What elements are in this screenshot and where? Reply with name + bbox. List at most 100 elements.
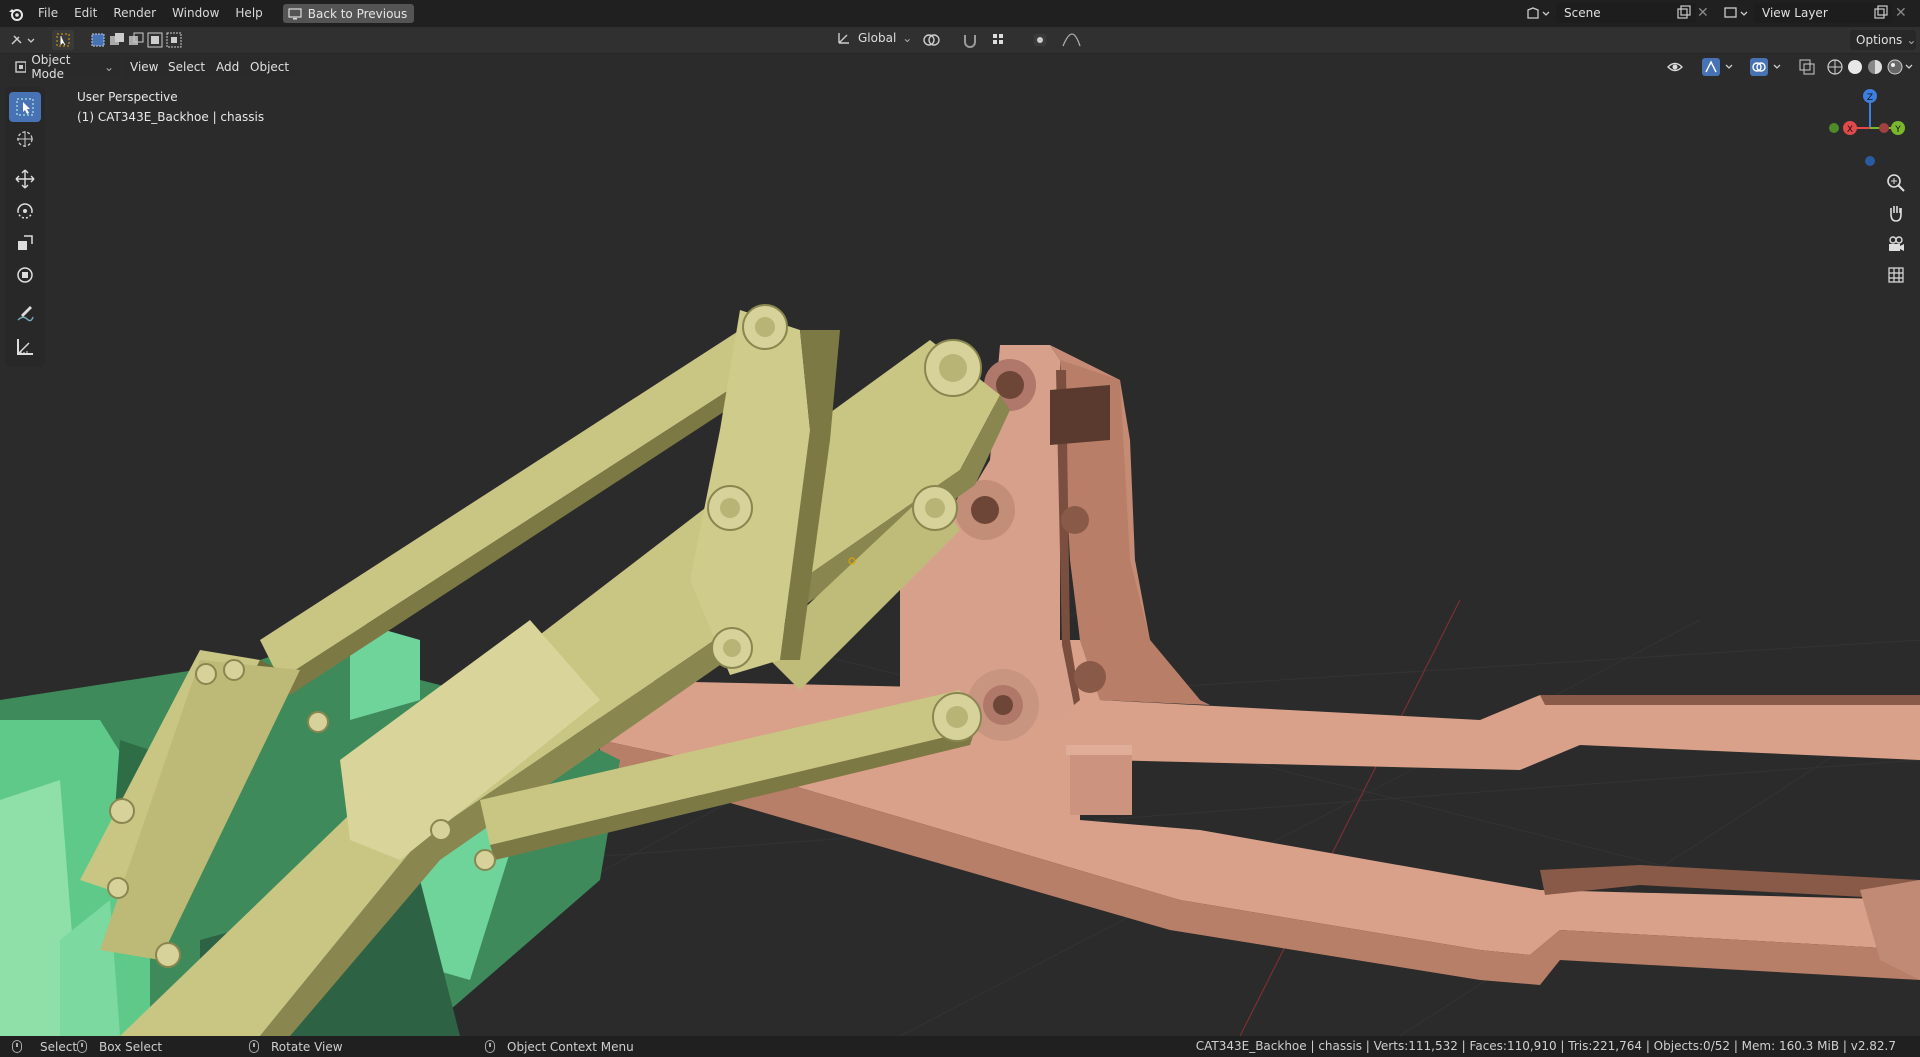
move-tool[interactable] (9, 164, 41, 194)
status-box-select: Box Select (77, 1040, 162, 1054)
screen-icon (288, 7, 302, 19)
ortho-grid-icon[interactable] (1881, 260, 1911, 290)
status-rotate-view-label: Rotate View (271, 1039, 343, 1054)
rotate-icon (17, 203, 33, 219)
mouse-right-icon (485, 1040, 495, 1053)
back-to-previous-label: Back to Previous (307, 6, 408, 21)
view-layer-field[interactable]: View Layer (1754, 3, 1892, 23)
viewport-subheader: Object Mode ⌄ View Select Add Object (0, 53, 1920, 81)
status-rotate-view: Rotate View (249, 1040, 343, 1054)
mode-dropdown[interactable]: Object Mode ⌄ (8, 53, 120, 81)
editor-type-icon[interactable] (10, 31, 40, 49)
mouse-left-icon (12, 1040, 22, 1053)
status-select-label: Select (40, 1039, 78, 1054)
select-mode-icons[interactable] (90, 32, 182, 48)
visibility-icon[interactable] (1666, 58, 1692, 76)
select-invert-icon[interactable] (147, 32, 163, 48)
proportional-edit-icon[interactable] (1032, 32, 1048, 48)
top-bar: File Edit Render Window Help Back to Pre… (0, 0, 1920, 27)
pivot-point-icon[interactable] (922, 32, 948, 48)
new-view-layer-icon[interactable] (1873, 5, 1889, 24)
viewport-info: User Perspective (1) CAT343E_Backhoe | c… (77, 87, 264, 127)
chevron-down-icon: ⌄ (103, 60, 114, 74)
gizmo-toggle-icon[interactable] (1702, 58, 1740, 76)
overlays-toggle-icon[interactable] (1750, 58, 1788, 76)
options-label: Options (1856, 33, 1903, 47)
select-box-tool[interactable] (9, 92, 41, 122)
view-layer-name: View Layer (1762, 6, 1828, 20)
menu-edit[interactable]: Edit (66, 0, 105, 27)
menu-render[interactable]: Render (105, 0, 164, 27)
transform-orientation-dropdown[interactable]: Global ⌄ (836, 30, 912, 46)
select-new-icon[interactable] (90, 32, 106, 48)
status-context-menu: Object Context Menu (485, 1040, 634, 1054)
measure-tool[interactable] (9, 332, 41, 362)
pivot-snap-group[interactable] (922, 32, 1088, 48)
status-box-select-label: Box Select (99, 1039, 163, 1054)
cursor-arrow-icon (16, 98, 34, 116)
select-intersect-icon[interactable] (166, 32, 182, 48)
3d-cursor-icon (17, 131, 33, 147)
scene-browse-icon[interactable] (1524, 4, 1554, 22)
view-layer-browse-icon[interactable] (1722, 4, 1752, 22)
tweak-tool-icon[interactable] (52, 30, 74, 50)
menu-add[interactable]: Add (210, 57, 246, 77)
xray-toggle-icon[interactable] (1798, 58, 1816, 76)
viewport-header: Global ⌄ Options ⌄ (0, 27, 1920, 54)
delete-view-layer-icon[interactable]: ✕ (1895, 5, 1907, 21)
transform-icon (17, 267, 33, 283)
navigation-gizmo[interactable]: Z X Y (1820, 84, 1916, 170)
orientation-label: Global (858, 31, 897, 45)
scene-statistics: CAT343E_Backhoe | chassis | Verts:111,53… (1195, 1039, 1896, 1053)
annotate-tool[interactable] (9, 300, 41, 330)
select-extend-icon[interactable] (109, 32, 125, 48)
menu-window[interactable]: Window (164, 0, 227, 27)
cursor-tool[interactable] (9, 124, 41, 154)
mouse-drag-icon (77, 1040, 87, 1053)
options-dropdown[interactable]: Options ⌄ (1850, 30, 1916, 50)
gizmo-y-label: Y (1894, 125, 1901, 135)
pan-hand-icon[interactable] (1881, 198, 1911, 228)
blender-logo-icon[interactable] (6, 4, 26, 24)
snap-icon[interactable] (962, 32, 978, 48)
scale-tool[interactable] (9, 228, 41, 258)
delete-scene-icon[interactable]: ✕ (1697, 5, 1709, 21)
active-object-label: (1) CAT343E_Backhoe | chassis (77, 110, 265, 124)
menu-object[interactable]: Object (244, 57, 296, 77)
status-bar: Select Box Select Rotate View Object Con… (0, 1036, 1920, 1057)
scale-icon (18, 235, 33, 250)
transform-tool[interactable] (9, 260, 41, 290)
menu-help[interactable]: Help (227, 0, 270, 27)
ruler-icon (17, 339, 33, 355)
annotate-pencil-icon (17, 306, 34, 322)
shading-mode-icons[interactable] (1826, 58, 1916, 76)
back-to-previous-button[interactable]: Back to Previous (282, 4, 415, 23)
menu-file[interactable]: File (30, 0, 66, 27)
status-select: Select (12, 1040, 77, 1054)
select-subtract-icon[interactable] (128, 32, 144, 48)
gizmo-x-label: X (1847, 125, 1853, 135)
scene-name-field[interactable]: Scene (1556, 3, 1696, 23)
menu-view[interactable]: View (124, 57, 165, 77)
gizmo-z-label: Z (1867, 93, 1873, 103)
mouse-middle-icon (249, 1040, 259, 1053)
status-context-menu-label: Object Context Menu (507, 1039, 634, 1054)
scene-name: Scene (1564, 6, 1601, 20)
camera-view-icon[interactable] (1881, 229, 1911, 259)
tool-shelf (5, 87, 45, 367)
chevron-down-icon: ⌄ (1906, 33, 1917, 47)
rotate-tool[interactable] (9, 196, 41, 226)
new-scene-icon[interactable] (1676, 5, 1692, 24)
mode-label: Object Mode (31, 53, 71, 81)
orientation-icon (838, 33, 849, 44)
chevron-down-icon: ⌄ (902, 31, 913, 45)
backhoe-model[interactable] (0, 54, 1920, 1036)
perspective-label: User Perspective (77, 90, 178, 104)
snap-increment-icon[interactable] (992, 32, 1018, 48)
move-icon (15, 169, 35, 189)
zoom-icon[interactable] (1881, 168, 1911, 198)
falloff-icon[interactable] (1062, 32, 1088, 48)
3d-viewport[interactable] (0, 54, 1920, 1036)
viewport-display-group (1666, 58, 1916, 76)
menu-select[interactable]: Select (162, 57, 212, 77)
